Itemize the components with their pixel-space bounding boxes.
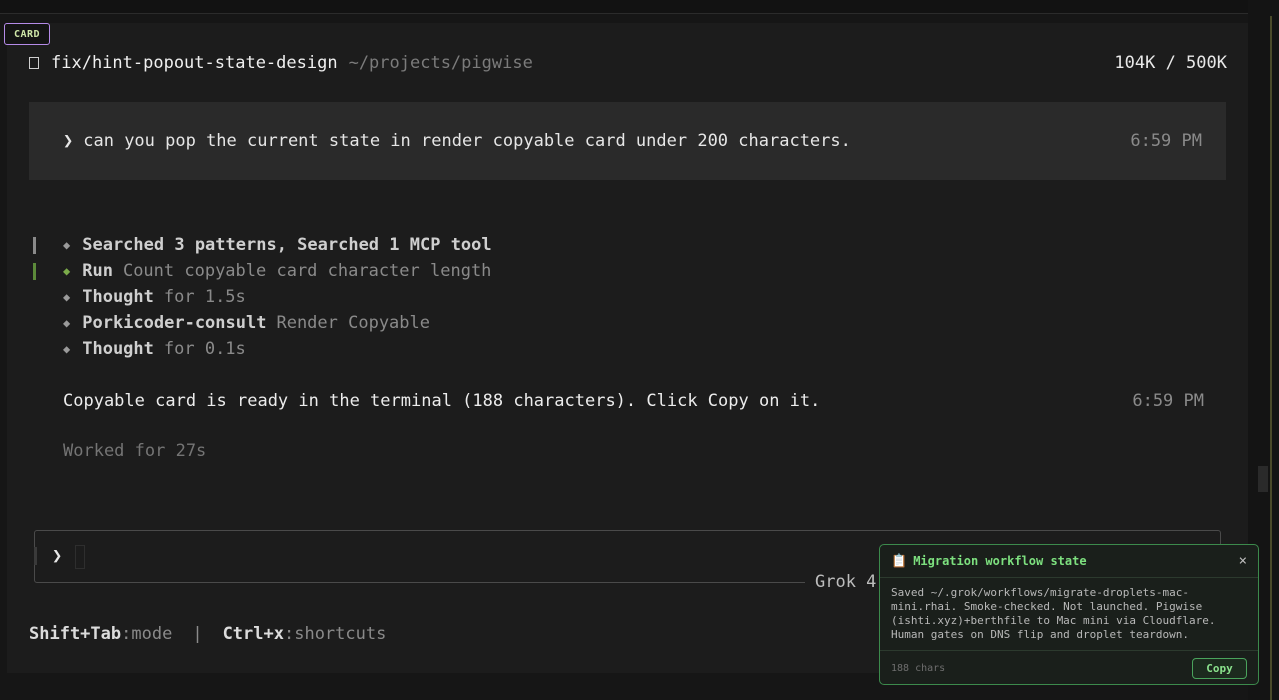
- tool-name: Porkicoder-consult: [82, 313, 267, 333]
- diamond-icon: ◆: [63, 290, 71, 304]
- input-left-marker: [34, 547, 37, 565]
- diamond-icon: ◆: [63, 238, 71, 252]
- tool-detail: for 0.1s: [163, 339, 246, 359]
- tool-row: ◆ Run Count copyable card character length: [29, 258, 629, 284]
- tool-detail: Render Copyable: [276, 313, 430, 333]
- token-usage: 104K / 500K: [1114, 53, 1227, 73]
- tool-name: Thought: [82, 339, 154, 359]
- scroll-track: [1270, 16, 1272, 700]
- branch-name: fix/hint-popout-state-design: [51, 53, 338, 73]
- worked-duration: Worked for 27s: [63, 441, 207, 461]
- tool-row: ◆ Porkicoder-consult Render Copyable: [29, 310, 629, 336]
- shortcut-key-shortcuts: Ctrl+x: [222, 624, 284, 644]
- chevron-right-icon: ❯: [52, 546, 63, 566]
- tool-row: ◆ Thought for 1.5s: [29, 284, 629, 310]
- checkbox-icon: [29, 57, 39, 69]
- popout-footer: 188 chars Copy: [880, 651, 1258, 685]
- prompt-text: can you pop the current state in render …: [83, 131, 851, 151]
- tool-row: ◆ Thought for 0.1s: [29, 336, 629, 362]
- shortcut-hints: Shift+Tab :mode | Ctrl+x :shortcuts: [29, 622, 386, 646]
- top-bar: [0, 0, 1279, 14]
- close-icon[interactable]: ×: [1239, 553, 1247, 569]
- session-header: fix/hint-popout-state-design ~/projects/…: [29, 51, 1227, 75]
- shortcut-label-shortcuts: :shortcuts: [283, 624, 387, 644]
- tool-name: Run: [82, 261, 113, 281]
- tool-name: Thought: [82, 287, 154, 307]
- tool-row: ◆ Searched 3 patterns, Searched 1 MCP too…: [29, 232, 629, 258]
- status-bar: [33, 315, 36, 332]
- status-bar: [33, 236, 36, 254]
- diamond-icon: ◆: [63, 342, 71, 356]
- response-text: Copyable card is ready in the terminal (…: [63, 391, 821, 411]
- card-tag: CARD: [4, 23, 50, 45]
- tool-activity-list: ◆ Searched 3 patterns, Searched 1 MCP too…: [29, 232, 629, 362]
- tool-detail: for 1.5s: [163, 287, 246, 307]
- shortcut-separator: |: [192, 624, 203, 644]
- shortcut-label-mode: :mode: [121, 624, 173, 644]
- status-bar: [33, 289, 36, 306]
- text-cursor[interactable]: [75, 545, 85, 569]
- model-label: Grok 4: [805, 572, 887, 592]
- prompt-timestamp: 6:59 PM: [1130, 131, 1202, 151]
- clipboard-icon: 📋: [891, 553, 908, 569]
- copyable-card-popout: 📋 Migration workflow state × Saved ~/.gr…: [879, 544, 1259, 685]
- scroll-thumb[interactable]: [1258, 466, 1268, 492]
- popout-body: Saved ~/.grok/workflows/migrate-droplets…: [880, 578, 1258, 651]
- popout-title: Migration workflow state: [913, 554, 1087, 568]
- user-prompt: ❯ can you pop the current state in rende…: [29, 102, 1226, 180]
- copy-button[interactable]: Copy: [1192, 657, 1247, 679]
- tool-name: Searched 3 patterns, Searched 1 MCP tool: [82, 235, 492, 255]
- diamond-icon: ◆: [63, 264, 71, 278]
- chevron-right-icon: ❯: [63, 131, 74, 151]
- popout-header: 📋 Migration workflow state ×: [880, 545, 1258, 578]
- shortcut-key-mode: Shift+Tab: [29, 624, 122, 644]
- response-timestamp: 6:59 PM: [1132, 391, 1204, 411]
- tool-detail: Count copyable card character length: [122, 261, 492, 281]
- status-bar: [33, 341, 36, 358]
- assistant-response: Copyable card is ready in the terminal (…: [63, 389, 1204, 413]
- status-bar: [33, 262, 36, 280]
- char-count: 188 chars: [891, 662, 946, 674]
- diamond-icon: ◆: [63, 316, 71, 330]
- project-path: ~/projects/pigwise: [348, 53, 533, 73]
